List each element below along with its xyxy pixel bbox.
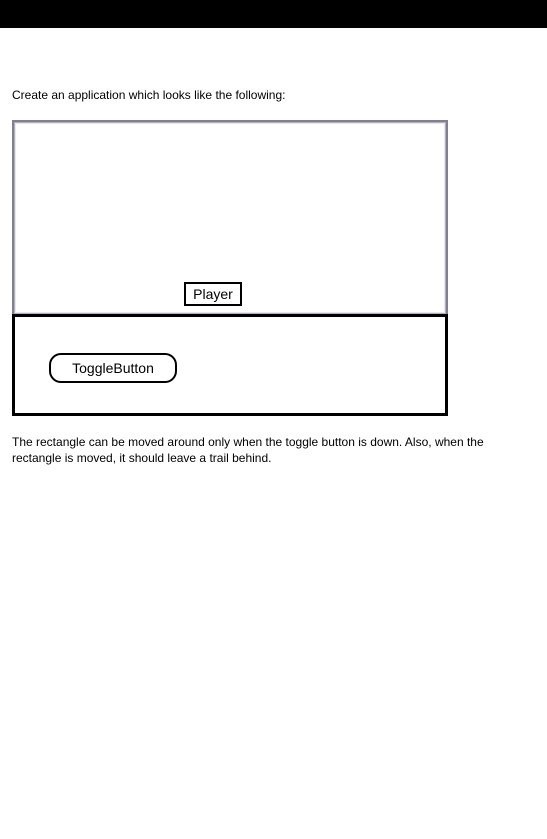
application-mockup: Player ToggleButton [12, 120, 448, 416]
controls-panel: ToggleButton [12, 314, 448, 416]
player-label: Player [193, 286, 233, 302]
player-rectangle[interactable]: Player [184, 282, 242, 306]
canvas-panel: Player [12, 120, 448, 316]
toggle-button-label: ToggleButton [72, 360, 154, 376]
intro-text: Create an application which looks like t… [12, 88, 535, 102]
page-header-bar [0, 0, 547, 28]
page-content: Create an application which looks like t… [0, 28, 547, 478]
description-text: The rectangle can be moved around only w… [12, 434, 532, 466]
toggle-button[interactable]: ToggleButton [49, 353, 177, 383]
